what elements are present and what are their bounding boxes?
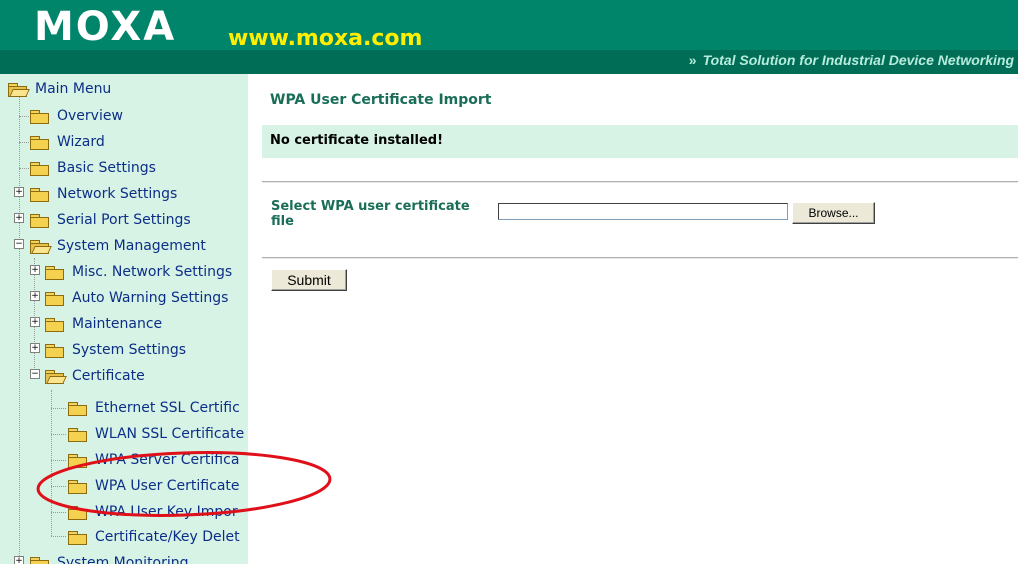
moxa-logo: MOXA — [34, 4, 177, 50]
header-banner: MOXA www.moxa.com » Total Solution for In… — [0, 0, 1018, 74]
sidebar-tree: Main Menu Overview Wizard Basic Settings… — [0, 74, 248, 564]
open-folder-icon — [45, 369, 67, 384]
tree-line — [51, 512, 66, 513]
sidebar-item-wpa-server[interactable]: WPA Server Certifica — [68, 447, 239, 473]
sidebar-item-system-monitoring[interactable]: System Monitoring — [30, 550, 189, 564]
open-folder-icon — [8, 82, 30, 97]
tree-line — [19, 116, 29, 117]
divider — [262, 181, 1018, 183]
sidebar-item-label: WLAN SSL Certificate — [95, 426, 245, 442]
expand-plus-icon[interactable]: + — [14, 213, 24, 223]
sidebar-item-misc-network-settings[interactable]: Misc. Network Settings — [45, 259, 232, 285]
folder-icon — [68, 505, 87, 520]
folder-icon — [45, 343, 64, 358]
sidebar-item-label: WPA User Key Impor — [95, 504, 238, 520]
sidebar-item-label: Wizard — [57, 134, 105, 150]
sidebar-item-wpa-user-certificate[interactable]: WPA User Certificate — [68, 473, 240, 499]
tree-line — [19, 168, 29, 169]
expand-plus-icon[interactable]: + — [14, 556, 24, 564]
sidebar-item-wpa-user-key[interactable]: WPA User Key Impor — [68, 499, 238, 525]
folder-icon — [30, 213, 49, 228]
expand-plus-icon[interactable]: + — [30, 317, 40, 327]
tree-line — [51, 408, 66, 409]
certificate-file-input[interactable] — [498, 203, 788, 220]
page-title: WPA User Certificate Import — [270, 92, 492, 108]
collapse-minus-icon[interactable]: − — [14, 239, 24, 249]
sidebar-item-label: Certificate — [72, 368, 145, 384]
folder-icon — [45, 291, 64, 306]
sidebar-item-main-menu[interactable]: Main Menu — [8, 76, 111, 102]
folder-icon — [30, 109, 49, 124]
status-text: No certificate installed! — [270, 133, 444, 148]
sidebar-item-label: Overview — [57, 108, 123, 124]
folder-icon — [68, 401, 87, 416]
expand-plus-icon[interactable]: + — [30, 265, 40, 275]
sidebar-item-wlan-ssl[interactable]: WLAN SSL Certificate — [68, 421, 244, 447]
sidebar-item-label: WPA User Certificate — [95, 478, 240, 494]
sidebar-item-basic-settings[interactable]: Basic Settings — [30, 155, 156, 181]
sidebar-item-maintenance[interactable]: Maintenance — [45, 311, 162, 337]
folder-icon — [45, 265, 64, 280]
sidebar-item-cert-key-delete[interactable]: Certificate/Key Delet — [68, 524, 240, 550]
tree-line — [19, 142, 29, 143]
sidebar-item-label: Basic Settings — [57, 160, 156, 176]
divider — [262, 257, 1018, 259]
sidebar-item-label: Misc. Network Settings — [72, 264, 233, 280]
sidebar-item-label: Main Menu — [35, 81, 112, 97]
sidebar-item-network-settings[interactable]: Network Settings — [30, 181, 177, 207]
sidebar-item-label: System Monitoring — [57, 555, 189, 564]
sidebar-item-auto-warning-settings[interactable]: Auto Warning Settings — [45, 285, 228, 311]
sidebar-item-overview[interactable]: Overview — [30, 103, 123, 129]
sidebar-item-label: Ethernet SSL Certific — [95, 400, 240, 416]
expand-plus-icon[interactable]: + — [30, 291, 40, 301]
site-url[interactable]: www.moxa.com — [228, 26, 422, 51]
expand-plus-icon[interactable]: + — [30, 343, 40, 353]
status-banner: No certificate installed! — [262, 125, 1018, 158]
sidebar-item-label: System Settings — [72, 342, 187, 358]
sidebar-item-serial-port-settings[interactable]: Serial Port Settings — [30, 207, 191, 233]
folder-icon — [45, 317, 64, 332]
folder-icon — [30, 135, 49, 150]
folder-icon — [68, 530, 87, 545]
tagline-text: Total Solution for Industrial Device Net… — [702, 52, 1014, 68]
sidebar-item-certificate[interactable]: Certificate — [45, 363, 145, 389]
folder-icon — [68, 453, 87, 468]
tree-line — [19, 92, 20, 564]
sidebar-item-label: Maintenance — [72, 316, 163, 332]
sidebar-item-label: WPA Server Certifica — [95, 452, 240, 468]
sidebar-item-system-management[interactable]: System Management — [30, 233, 206, 259]
tagline: » Total Solution for Industrial Device Ne… — [689, 52, 1014, 68]
submit-button[interactable]: Submit — [271, 269, 347, 291]
certificate-file-label: Select WPA user certificate file — [271, 199, 470, 229]
folder-icon — [68, 427, 87, 442]
folder-icon — [30, 187, 49, 202]
sidebar-item-label: Network Settings — [57, 186, 178, 202]
collapse-minus-icon[interactable]: − — [30, 369, 40, 379]
sidebar-item-label: Serial Port Settings — [57, 212, 191, 228]
expand-plus-icon[interactable]: + — [14, 187, 24, 197]
tree-line — [51, 390, 52, 536]
tree-line — [51, 536, 66, 537]
sidebar-item-wizard[interactable]: Wizard — [30, 129, 105, 155]
folder-icon — [30, 161, 49, 176]
tree-line — [51, 434, 66, 435]
folder-icon — [30, 556, 49, 564]
sidebar-item-label: System Management — [57, 238, 206, 254]
browse-button[interactable]: Browse... — [792, 202, 875, 224]
folder-icon — [68, 479, 87, 494]
sidebar-item-label: Certificate/Key Delet — [95, 529, 240, 545]
tree-line — [51, 460, 66, 461]
sidebar-item-system-settings[interactable]: System Settings — [45, 337, 186, 363]
sidebar-item-ethernet-ssl[interactable]: Ethernet SSL Certific — [68, 395, 240, 421]
double-arrow-icon: » — [688, 52, 697, 68]
tree-line — [51, 486, 66, 487]
open-folder-icon — [30, 239, 52, 254]
sidebar-item-label: Auto Warning Settings — [72, 290, 229, 306]
